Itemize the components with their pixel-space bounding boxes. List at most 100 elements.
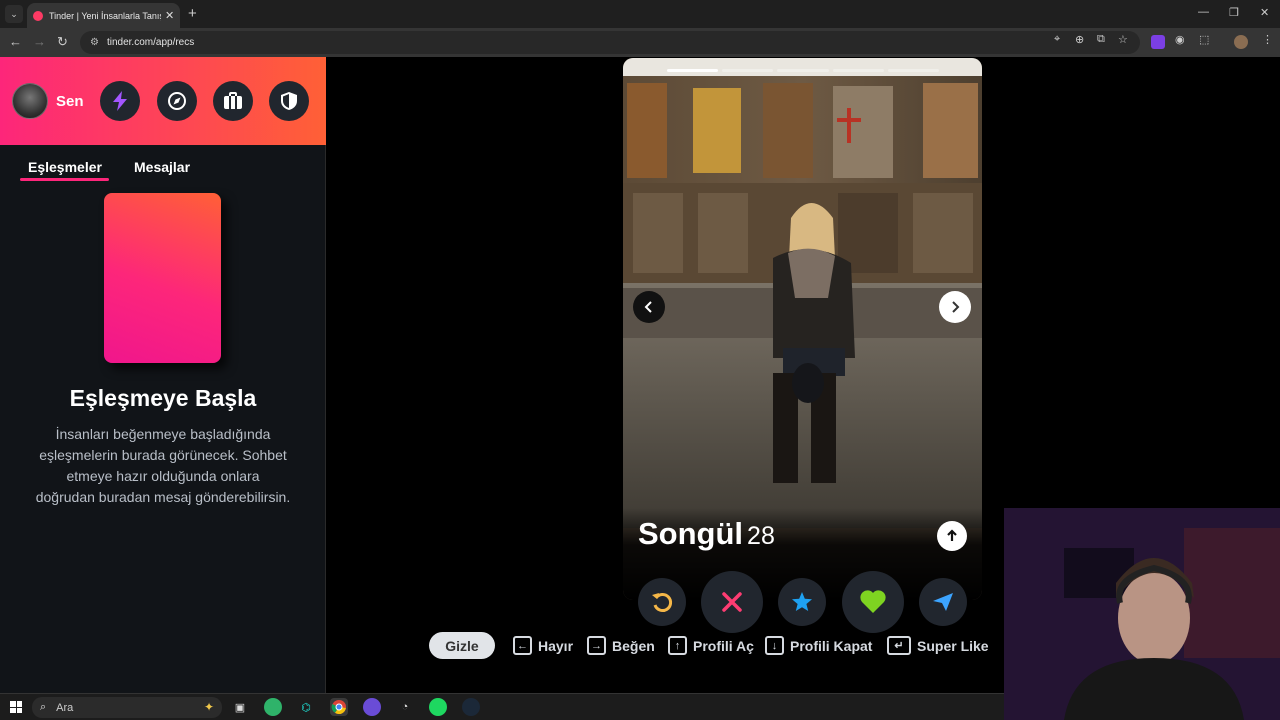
arrow-up-icon <box>947 529 957 541</box>
sidebar-tabs: Eşleşmeler Mesajlar <box>0 157 326 187</box>
tab-close-icon[interactable]: ✕ <box>165 9 174 22</box>
profile-photo <box>623 58 982 528</box>
shortcut-super-like: ↵ Super Like <box>887 636 989 655</box>
shortcut-label: Hayır <box>538 637 574 654</box>
chevron-left-icon <box>644 301 652 313</box>
install-app-icon[interactable]: ⧉ <box>1097 33 1105 46</box>
shortcut-nope: ← Hayır <box>513 636 573 655</box>
photo-bar[interactable] <box>887 69 940 72</box>
reload-icon[interactable]: ↻ <box>57 34 68 50</box>
arrow-left-key-icon: ← <box>513 636 532 655</box>
lightning-icon <box>113 91 127 111</box>
rewind-button[interactable] <box>638 578 686 626</box>
webcam-image <box>1004 508 1280 720</box>
boost-send-button[interactable] <box>919 578 967 626</box>
enter-key-icon: ↵ <box>887 636 911 655</box>
tab-messages[interactable]: Mesajlar <box>134 159 190 175</box>
window-close-icon[interactable]: ✕ <box>1260 6 1269 19</box>
like-button[interactable] <box>842 571 904 633</box>
safety-button[interactable] <box>269 81 309 121</box>
spotify-icon[interactable] <box>429 698 447 716</box>
super-like-button[interactable] <box>778 578 826 626</box>
rewind-icon <box>652 593 673 612</box>
user-name[interactable]: Sen <box>56 93 84 110</box>
tab-search-icon[interactable]: ⌄ <box>5 5 23 23</box>
sidebar-header: Sen <box>0 57 326 145</box>
shortcut-open-profile: ↑ Profili Aç <box>668 636 754 655</box>
arrow-down-key-icon: ↓ <box>765 636 784 655</box>
photo-bar[interactable] <box>667 69 719 72</box>
browser-tabstrip: ⌄ Tinder | Yeni İnsanlarla Tanış, Bu ✕ +… <box>0 0 1280 28</box>
shortcut-label: Profili Kapat <box>790 637 873 654</box>
tab-title: Tinder | Yeni İnsanlarla Tanış, Bu <box>49 10 161 21</box>
forward-icon[interactable]: → <box>33 34 46 49</box>
steam-icon[interactable] <box>462 698 480 716</box>
zoom-icon[interactable]: ⊕ <box>1075 33 1084 46</box>
shortcut-label: Beğen <box>612 637 655 654</box>
extensions-puzzle-icon[interactable]: ⬚ <box>1199 33 1209 46</box>
previous-photo-button[interactable] <box>633 291 665 323</box>
search-icon: ⌕ <box>40 701 47 713</box>
briefcase-icon <box>224 92 242 109</box>
location-icon[interactable]: ⌖ <box>1054 33 1060 46</box>
next-photo-button[interactable] <box>939 291 971 323</box>
restore-icon[interactable]: ❐ <box>1229 6 1239 19</box>
nope-button[interactable] <box>701 571 763 633</box>
photo-bar[interactable] <box>722 69 774 72</box>
site-info-icon[interactable]: ⚙ <box>90 37 99 48</box>
photo-progress-bars <box>667 69 940 72</box>
new-tab-icon[interactable]: + <box>188 5 197 22</box>
shortcut-label: Super Like <box>917 637 989 654</box>
tinder-favicon-icon <box>33 10 43 21</box>
empty-state-title: Eşleşmeye Başla <box>69 385 257 411</box>
profile-name: Songül <box>638 516 744 551</box>
extension-icon[interactable] <box>1151 35 1165 49</box>
browser-menu-icon[interactable]: ⋮ <box>1262 33 1273 46</box>
extension-eye-icon[interactable]: ◉ <box>1175 33 1185 46</box>
x-icon <box>722 592 742 612</box>
address-bar[interactable]: ⚙ tinder.com/app/recs <box>80 31 1140 54</box>
profile-avatar-icon[interactable] <box>1234 35 1248 49</box>
compass-icon <box>168 92 186 110</box>
back-icon[interactable]: ← <box>9 34 22 49</box>
open-profile-button[interactable] <box>937 521 967 551</box>
empty-state-text: İnsanları beğenmeye başladığında eşleşme… <box>35 426 291 505</box>
app-icon[interactable]: ⌬ <box>297 698 315 716</box>
taskbar: ⌕ Ara ✦ ▣ ⌬ ◔ <box>0 693 1004 720</box>
windows-start-icon[interactable] <box>10 701 22 713</box>
explore-button[interactable] <box>157 81 197 121</box>
grammarly-icon[interactable] <box>264 698 282 716</box>
star-icon <box>792 592 812 611</box>
browser-toolbar: ← → ↻ ⚙ tinder.com/app/recs ⌖ ⊕ ⧉ ☆ ◉ ⬚ … <box>0 28 1280 57</box>
webcam-overlay <box>1004 508 1280 720</box>
taskbar-search[interactable]: ⌕ Ara ✦ <box>32 697 222 718</box>
sidebar: Sen Eşleşmeler Mesajlar Eşleşmeye Başla … <box>0 57 326 693</box>
chevron-right-icon <box>952 301 960 313</box>
task-view-icon[interactable]: ▣ <box>231 698 249 716</box>
boost-button[interactable] <box>100 81 140 121</box>
active-tab-indicator <box>20 178 109 181</box>
app-icon[interactable] <box>363 698 381 716</box>
taskbar-search-text: Ara <box>56 701 74 714</box>
shortcut-close-profile: ↓ Profili Kapat <box>765 636 872 655</box>
profile-name-row: Songül 28 <box>638 516 775 552</box>
heart-icon <box>860 590 886 613</box>
paper-plane-icon <box>933 593 953 611</box>
hide-shortcuts-button[interactable]: Gizle <box>429 632 495 659</box>
photo-bar[interactable] <box>777 69 829 72</box>
browser-tab[interactable]: Tinder | Yeni İnsanlarla Tanış, Bu ✕ <box>27 3 180 28</box>
avatar[interactable] <box>12 83 48 119</box>
chrome-icon[interactable] <box>330 698 348 716</box>
work-button[interactable] <box>213 81 253 121</box>
photo-bar[interactable] <box>832 69 884 72</box>
empty-match-card <box>104 193 221 363</box>
action-buttons <box>638 571 968 633</box>
tab-matches[interactable]: Eşleşmeler <box>28 159 102 175</box>
app-icon[interactable]: ◔ <box>396 698 414 716</box>
shortcut-like: → Beğen <box>587 636 655 655</box>
bookmark-star-icon[interactable]: ☆ <box>1118 33 1128 46</box>
minimize-icon[interactable]: — <box>1198 6 1209 18</box>
chrome-logo-icon <box>331 700 346 715</box>
profile-card[interactable]: Songül 28 <box>623 58 982 600</box>
shield-icon <box>281 92 297 110</box>
